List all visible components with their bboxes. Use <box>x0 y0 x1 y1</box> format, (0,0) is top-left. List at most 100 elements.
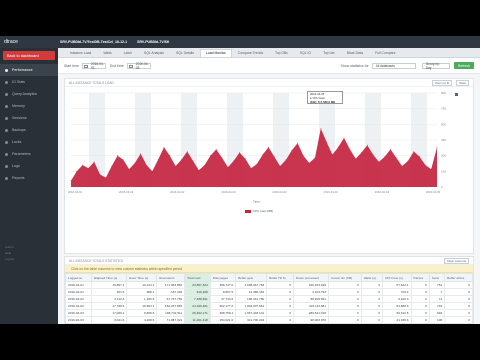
column-header[interactable]: Executions <box>156 273 186 282</box>
data-point[interactable] <box>88 167 89 169</box>
database-select[interactable]: All databases <box>371 62 416 69</box>
sidebar-item-memory[interactable]: Memory <box>0 100 58 112</box>
data-point[interactable] <box>378 161 380 163</box>
sidebar-item-backups[interactable]: Backups <box>0 124 58 136</box>
data-point[interactable] <box>430 168 432 170</box>
tab-waits[interactable]: Waits <box>97 49 117 57</box>
data-point[interactable] <box>175 165 176 167</box>
data-point[interactable] <box>140 153 142 154</box>
data-point[interactable] <box>268 146 269 148</box>
export-button[interactable]: Stats <box>456 79 469 86</box>
data-point[interactable] <box>413 151 415 152</box>
data-point[interactable] <box>233 160 235 162</box>
column-header[interactable]: Total load <box>184 273 211 282</box>
clear-columns-button[interactable]: Clear columns <box>443 257 469 264</box>
load-chart[interactable]: 900 750 600 450 300 150 0 2016-04-01 2016-04-02 2… <box>65 87 473 197</box>
data-point[interactable] <box>239 152 240 153</box>
tab-full-compare[interactable]: Full Compare <box>369 49 401 57</box>
sidebar-item-reports[interactable]: Reports <box>0 172 58 184</box>
column-header[interactable]: Elapsed Time (s) <box>91 273 128 282</box>
table-row[interactable]: 2016-04-02 3,112.6 1,166.6 37,747,769 7,188,… <box>65 295 473 303</box>
data-point[interactable] <box>308 162 310 164</box>
tab-sql-details[interactable]: SQL Details <box>170 49 200 57</box>
data-point[interactable] <box>425 164 426 166</box>
sidebar-item-sessions[interactable]: Sessions <box>0 112 58 124</box>
data-point[interactable] <box>390 149 391 150</box>
chart-menu-icon[interactable] <box>455 93 458 96</box>
data-point[interactable] <box>70 180 72 182</box>
tab-latch[interactable]: Latch <box>118 49 138 57</box>
data-point[interactable] <box>384 156 386 158</box>
data-point[interactable] <box>76 170 78 172</box>
start-date-input[interactable]: 2016-04-01 <box>81 62 106 70</box>
data-point[interactable] <box>99 174 101 175</box>
column-header[interactable]: Parses <box>410 273 430 282</box>
data-point[interactable] <box>111 165 113 167</box>
data-point[interactable] <box>366 144 368 146</box>
data-point[interactable] <box>221 157 223 159</box>
back-to-dashboard-button[interactable]: Back to dashboard <box>3 51 55 60</box>
table-row[interactable]: 2016-04-0418,301.911,119.4190,448,11225,… <box>66 324 473 325</box>
data-point[interactable] <box>146 164 147 166</box>
sidebar-item-io-stats[interactable]: IO Stats <box>0 76 58 88</box>
column-header[interactable]: Waits (s) <box>360 273 384 282</box>
refresh-button[interactable]: Refresh <box>453 62 474 69</box>
data-point[interactable] <box>419 156 420 158</box>
data-point[interactable] <box>215 149 217 150</box>
tab-sql-io[interactable]: SQL IO <box>294 49 317 57</box>
data-point[interactable] <box>407 160 409 162</box>
data-point[interactable] <box>157 159 159 161</box>
data-point[interactable] <box>332 154 333 155</box>
data-point[interactable] <box>303 155 304 157</box>
data-point[interactable] <box>134 162 136 164</box>
data-point[interactable] <box>349 149 351 150</box>
column-header[interactable]: Logged at <box>65 273 93 282</box>
data-point[interactable] <box>320 128 322 129</box>
group-by-select[interactable]: Group by: Day <box>421 62 450 70</box>
data-point[interactable] <box>169 155 171 157</box>
tab-instance-load[interactable]: Instance Load <box>64 49 97 57</box>
data-point[interactable] <box>105 177 107 178</box>
column-header[interactable]: Buffer gets <box>235 273 268 282</box>
data-point[interactable] <box>256 163 258 165</box>
data-point[interactable] <box>401 165 403 167</box>
data-point[interactable] <box>244 158 246 160</box>
data-point[interactable] <box>314 157 316 159</box>
data-point[interactable] <box>227 166 229 168</box>
data-point[interactable] <box>128 168 130 170</box>
sidebar-item-performance[interactable]: Performance <box>0 64 58 76</box>
zoom-to-fit-button[interactable]: Zoom to fit <box>431 79 453 86</box>
column-header[interactable]: Cursor lim (KB) <box>327 273 362 282</box>
series-area[interactable] <box>71 128 437 188</box>
sidebar-item-parameters[interactable]: Parameters <box>0 148 58 160</box>
column-header[interactable]: Sorts <box>428 273 446 282</box>
table-row[interactable]: 2016-04-03 17,069.1 9,806.6 198,732,511 26,3… <box>65 309 473 317</box>
chart-legend[interactable]: CPU load (MB) <box>245 209 273 213</box>
data-point[interactable] <box>279 165 281 167</box>
data-point[interactable] <box>151 170 153 172</box>
column-header[interactable]: CPU time (s) <box>382 273 412 282</box>
data-point[interactable] <box>93 161 95 163</box>
table-row[interactable]: 2016-04-03 3,041.6 4,208.5 71,887,321 11,201… <box>65 316 473 323</box>
breadcrumb-secondary[interactable]: SRV-PUBDbL7V/Stl <box>137 40 169 44</box>
column-header[interactable]: Buffer Hit % <box>266 273 295 282</box>
tab-bloat-stats[interactable]: Bloat Stats <box>341 49 369 57</box>
data-point[interactable] <box>117 155 118 157</box>
table-row[interactable]: 2016-04-02 17,788.5 10,653.1 182,237,565 24,… <box>65 302 473 310</box>
data-point[interactable] <box>198 169 200 171</box>
column-header[interactable]: Disk pages <box>209 273 237 282</box>
data-point[interactable] <box>82 164 83 166</box>
data-point[interactable] <box>250 167 252 169</box>
tab-load-monitor[interactable]: Load Monitor <box>199 49 232 57</box>
tab-top-usr[interactable]: Top Usr <box>317 49 341 57</box>
sidebar-item-logs[interactable]: Logs <box>0 160 58 172</box>
data-point[interactable] <box>326 141 327 143</box>
tab-compare-trends[interactable]: Compare Trends <box>232 49 269 57</box>
data-point[interactable] <box>372 154 374 155</box>
data-point[interactable] <box>337 146 339 148</box>
data-point[interactable] <box>192 160 194 162</box>
data-point[interactable] <box>181 159 182 161</box>
column-header[interactable]: Exec Time (s) <box>126 273 158 282</box>
data-point[interactable] <box>395 157 397 159</box>
data-point[interactable] <box>291 150 293 151</box>
